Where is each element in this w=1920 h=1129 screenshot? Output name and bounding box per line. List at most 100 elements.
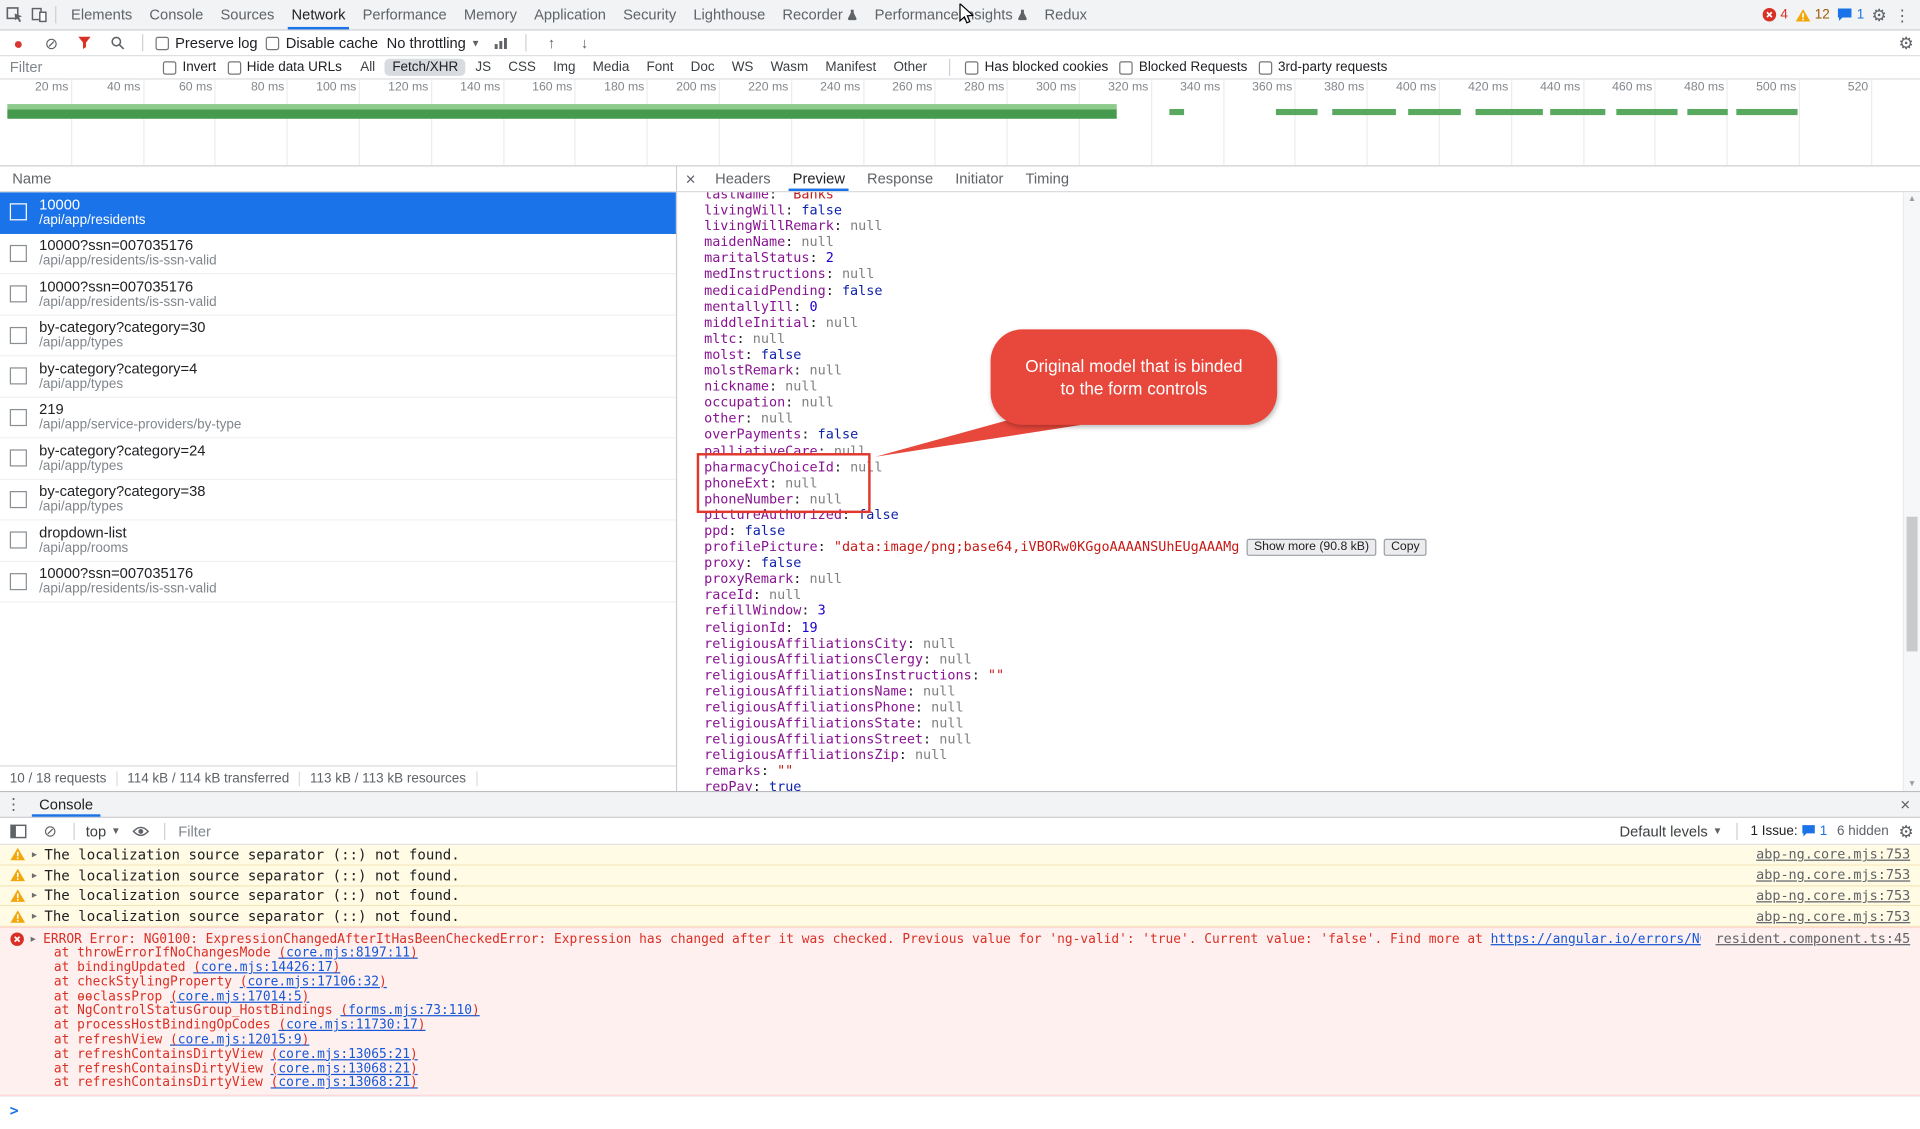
request-row[interactable]: by-category?category=38 /api/app/types	[0, 479, 676, 520]
checkbox[interactable]	[227, 61, 240, 74]
resource-type-pill[interactable]: Doc	[683, 59, 722, 76]
clear-network-log-button[interactable]: ⊘	[39, 32, 63, 54]
resource-type-pill[interactable]: WS	[724, 59, 760, 76]
network-settings-gear-icon[interactable]: ⚙	[1898, 34, 1913, 51]
console-sidebar-icon[interactable]	[6, 820, 30, 842]
resource-type-pill[interactable]: CSS	[501, 59, 543, 76]
export-har-icon[interactable]: ↓	[572, 32, 596, 54]
error-count-badge[interactable]: 4	[1762, 7, 1788, 22]
console-warning-row[interactable]: ▶ The localization source separator (::)…	[0, 845, 1920, 866]
json-property[interactable]: nicknamenull	[704, 379, 1895, 395]
json-property[interactable]: ppdfalse	[704, 523, 1895, 539]
request-row[interactable]: by-category?category=4 /api/app/types	[0, 356, 676, 397]
resource-type-pill[interactable]: Fetch/XHR	[385, 59, 466, 76]
json-property[interactable]: religiousAffiliationsPhonenull	[704, 699, 1895, 715]
expand-arrow-icon[interactable]: ▶	[32, 850, 37, 860]
json-property[interactable]: mltcnull	[704, 330, 1895, 346]
json-property[interactable]: raceIdnull	[704, 587, 1895, 603]
has-blocked-cookies-checkbox[interactable]: Has blocked cookies	[965, 60, 1108, 75]
stack-source-link[interactable]: forms.mjs:73:110	[340, 1003, 479, 1018]
stack-source-link[interactable]: core.mjs:12015:9	[170, 1032, 309, 1047]
stack-source-link[interactable]: core.mjs:13065:21	[271, 1047, 418, 1062]
copy-button[interactable]: Copy	[1384, 539, 1427, 556]
tool-tab[interactable]: Lighthouse	[685, 0, 774, 29]
request-row[interactable]: dropdown-list /api/app/rooms	[0, 520, 676, 561]
preview-pane[interactable]: lastName"Banks" livingWillfalse livingWi…	[677, 192, 1920, 791]
resource-type-pill[interactable]: Other	[886, 59, 934, 76]
stack-source-link[interactable]: core.mjs:13068:21	[271, 1061, 418, 1076]
javascript-context-select[interactable]: top ▼	[86, 822, 121, 839]
settings-gear-icon[interactable]: ⚙	[1872, 6, 1887, 23]
resource-type-pill[interactable]: Manifest	[818, 59, 884, 76]
inspect-element-icon[interactable]	[2, 4, 26, 26]
close-drawer-icon[interactable]: ×	[1891, 792, 1920, 816]
scrollbar-thumb[interactable]	[1907, 517, 1918, 652]
json-property[interactable]: religionId19	[704, 619, 1895, 635]
console-warning-row[interactable]: ▶ The localization source separator (::)…	[0, 865, 1920, 886]
hidden-messages-label[interactable]: 6 hidden	[1837, 823, 1889, 838]
json-property[interactable]: medInstructionsnull	[704, 266, 1895, 282]
record-network-log-button[interactable]: ●	[6, 32, 30, 54]
stack-source-link[interactable]: core.mjs:17106:32	[240, 974, 387, 989]
details-tab[interactable]: Timing	[1014, 167, 1080, 191]
json-property[interactable]: molstfalse	[704, 346, 1895, 362]
tool-tab[interactable]: Elements	[62, 0, 140, 29]
tool-tab[interactable]: Network	[283, 0, 354, 29]
checkbox[interactable]	[1119, 61, 1132, 74]
json-property[interactable]: molstRemarknull	[704, 362, 1895, 378]
details-scrollbar[interactable]: ▲ ▼	[1903, 192, 1920, 791]
console-warning-row[interactable]: ▶ The localization source separator (::)…	[0, 907, 1920, 928]
search-icon[interactable]	[105, 32, 129, 54]
json-property[interactable]: lastName"Banks"	[704, 192, 1895, 202]
json-property[interactable]: pictureAuthorizedfalse	[704, 507, 1895, 523]
network-conditions-icon[interactable]	[489, 32, 513, 54]
json-property[interactable]: religiousAffiliationsZipnull	[704, 747, 1895, 763]
json-property[interactable]: occupationnull	[704, 395, 1895, 411]
stack-source-link[interactable]: core.mjs:8197:11	[278, 946, 417, 961]
show-more-button[interactable]: Show more (90.8 kB)	[1247, 539, 1377, 556]
tool-tab[interactable]: Application	[525, 0, 614, 29]
request-row[interactable]: by-category?category=30 /api/app/types	[0, 315, 676, 356]
json-property[interactable]: phoneNumbernull	[704, 491, 1895, 507]
stack-source-link[interactable]: core.mjs:13068:21	[271, 1076, 418, 1091]
json-property[interactable]: religiousAffiliationsStatenull	[704, 715, 1895, 731]
json-property[interactable]: profilePicture"data:image/png;base64,iVB…	[704, 539, 1895, 555]
source-link[interactable]: resident.component.ts:45	[1701, 931, 1910, 947]
json-property[interactable]: refillWindow3	[704, 603, 1895, 619]
expand-arrow-icon[interactable]: ▶	[32, 911, 37, 921]
json-property[interactable]: livingWillRemarknull	[704, 218, 1895, 234]
hide-data-urls-checkbox[interactable]: Hide data URLs	[227, 60, 342, 75]
json-property[interactable]: maidenNamenull	[704, 234, 1895, 250]
request-row[interactable]: 10000?ssn=007035176 /api/app/residents/i…	[0, 274, 676, 315]
tool-tab[interactable]: Redux	[1036, 0, 1096, 29]
console-warning-row[interactable]: ▶ The localization source separator (::)…	[0, 886, 1920, 907]
resource-type-pill[interactable]: Wasm	[763, 59, 815, 76]
checkbox[interactable]	[156, 36, 169, 49]
expand-arrow-icon[interactable]: ▶	[31, 934, 36, 944]
request-row[interactable]: by-category?category=24 /api/app/types	[0, 438, 676, 479]
details-tab[interactable]: Response	[856, 167, 944, 191]
blocked-requests-checkbox[interactable]: Blocked Requests	[1119, 60, 1247, 75]
console-error-block[interactable]: ▶ ERROR Error: NG0100: ExpressionChanged…	[0, 927, 1920, 1096]
throttling-select[interactable]: No throttling ▼	[387, 34, 481, 51]
issues-counter-button[interactable]: 1 Issue: 1	[1750, 823, 1827, 838]
json-property[interactable]: middleInitialnull	[704, 314, 1895, 330]
invert-checkbox[interactable]: Invert	[163, 60, 216, 75]
device-toolbar-icon[interactable]	[27, 4, 51, 26]
resource-type-pill[interactable]: Media	[585, 59, 636, 76]
checkbox[interactable]	[1258, 61, 1271, 74]
json-property[interactable]: repPaytrue	[704, 779, 1895, 791]
checkbox[interactable]	[266, 36, 279, 49]
resource-type-pill[interactable]: Img	[546, 59, 583, 76]
tool-tab[interactable]: Performance	[354, 0, 455, 29]
stack-source-link[interactable]: core.mjs:14426:17	[193, 960, 340, 975]
warning-count-badge[interactable]: 12	[1795, 7, 1830, 22]
json-property[interactable]: religiousAffiliationsStreetnull	[704, 731, 1895, 747]
more-options-icon[interactable]: ⋮	[1894, 7, 1910, 23]
resource-type-pill[interactable]: Font	[639, 59, 681, 76]
checkbox[interactable]	[163, 61, 176, 74]
stack-source-link[interactable]: core.mjs:11730:17	[278, 1018, 425, 1033]
json-property[interactable]: medicaidPendingfalse	[704, 282, 1895, 298]
filter-funnel-icon[interactable]	[72, 32, 96, 54]
expand-arrow-icon[interactable]: ▶	[32, 870, 37, 880]
